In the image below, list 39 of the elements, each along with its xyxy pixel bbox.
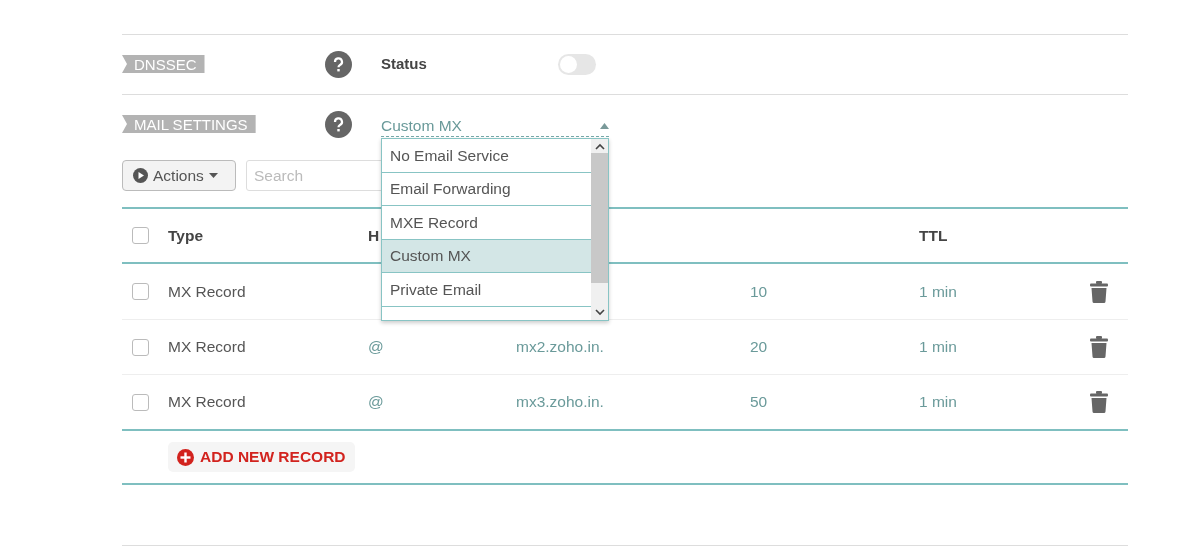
caret-icon (208, 173, 218, 178)
column-header: TTL (919, 225, 948, 246)
section-label: MAIL SETTINGS (122, 114, 256, 133)
scrollbar[interactable] (591, 139, 608, 320)
column-header: Type (168, 225, 204, 246)
plus-icon (177, 448, 194, 466)
checkbox[interactable] (132, 227, 149, 244)
checkbox[interactable] (132, 338, 149, 356)
table-cell: 20 (750, 338, 768, 356)
caret-icon (600, 123, 609, 129)
toggle-switch[interactable] (558, 54, 596, 75)
checkbox[interactable] (132, 283, 149, 300)
help-icon[interactable] (325, 111, 352, 138)
table-cell: MX Record (168, 282, 246, 300)
add-record-button[interactable]: ADD NEW RECORD (168, 442, 355, 472)
table-cell: 50 (750, 393, 768, 411)
checkbox[interactable] (132, 393, 149, 411)
section-label: DNSSEC (122, 54, 205, 73)
table-cell: mx2.zoho.in. (516, 338, 604, 356)
table-cell: @ (368, 338, 384, 356)
table-cell: 1 min (919, 282, 957, 300)
table-cell: MX Record (168, 393, 246, 411)
help-icon[interactable] (325, 51, 352, 78)
table-cell: @ (368, 393, 384, 411)
table-cell: 1 min (919, 338, 957, 356)
table-cell: 1 min (919, 393, 957, 411)
scroll-down-icon[interactable] (594, 309, 605, 316)
play-icon (133, 168, 148, 183)
table-cell: MX Record (168, 338, 246, 356)
table-cell: mx3.zoho.in. (516, 393, 604, 411)
trash-icon[interactable] (1090, 336, 1108, 358)
trash-icon[interactable] (1090, 280, 1108, 303)
dropdown-option[interactable]: Custom MX (382, 239, 591, 273)
scroll-up-icon[interactable] (594, 143, 605, 150)
actions-button[interactable]: Actions (122, 160, 236, 191)
status-label: Status (381, 54, 428, 75)
table-cell: 10 (750, 282, 768, 300)
trash-icon[interactable] (1090, 391, 1108, 413)
column-header: H (368, 225, 380, 246)
